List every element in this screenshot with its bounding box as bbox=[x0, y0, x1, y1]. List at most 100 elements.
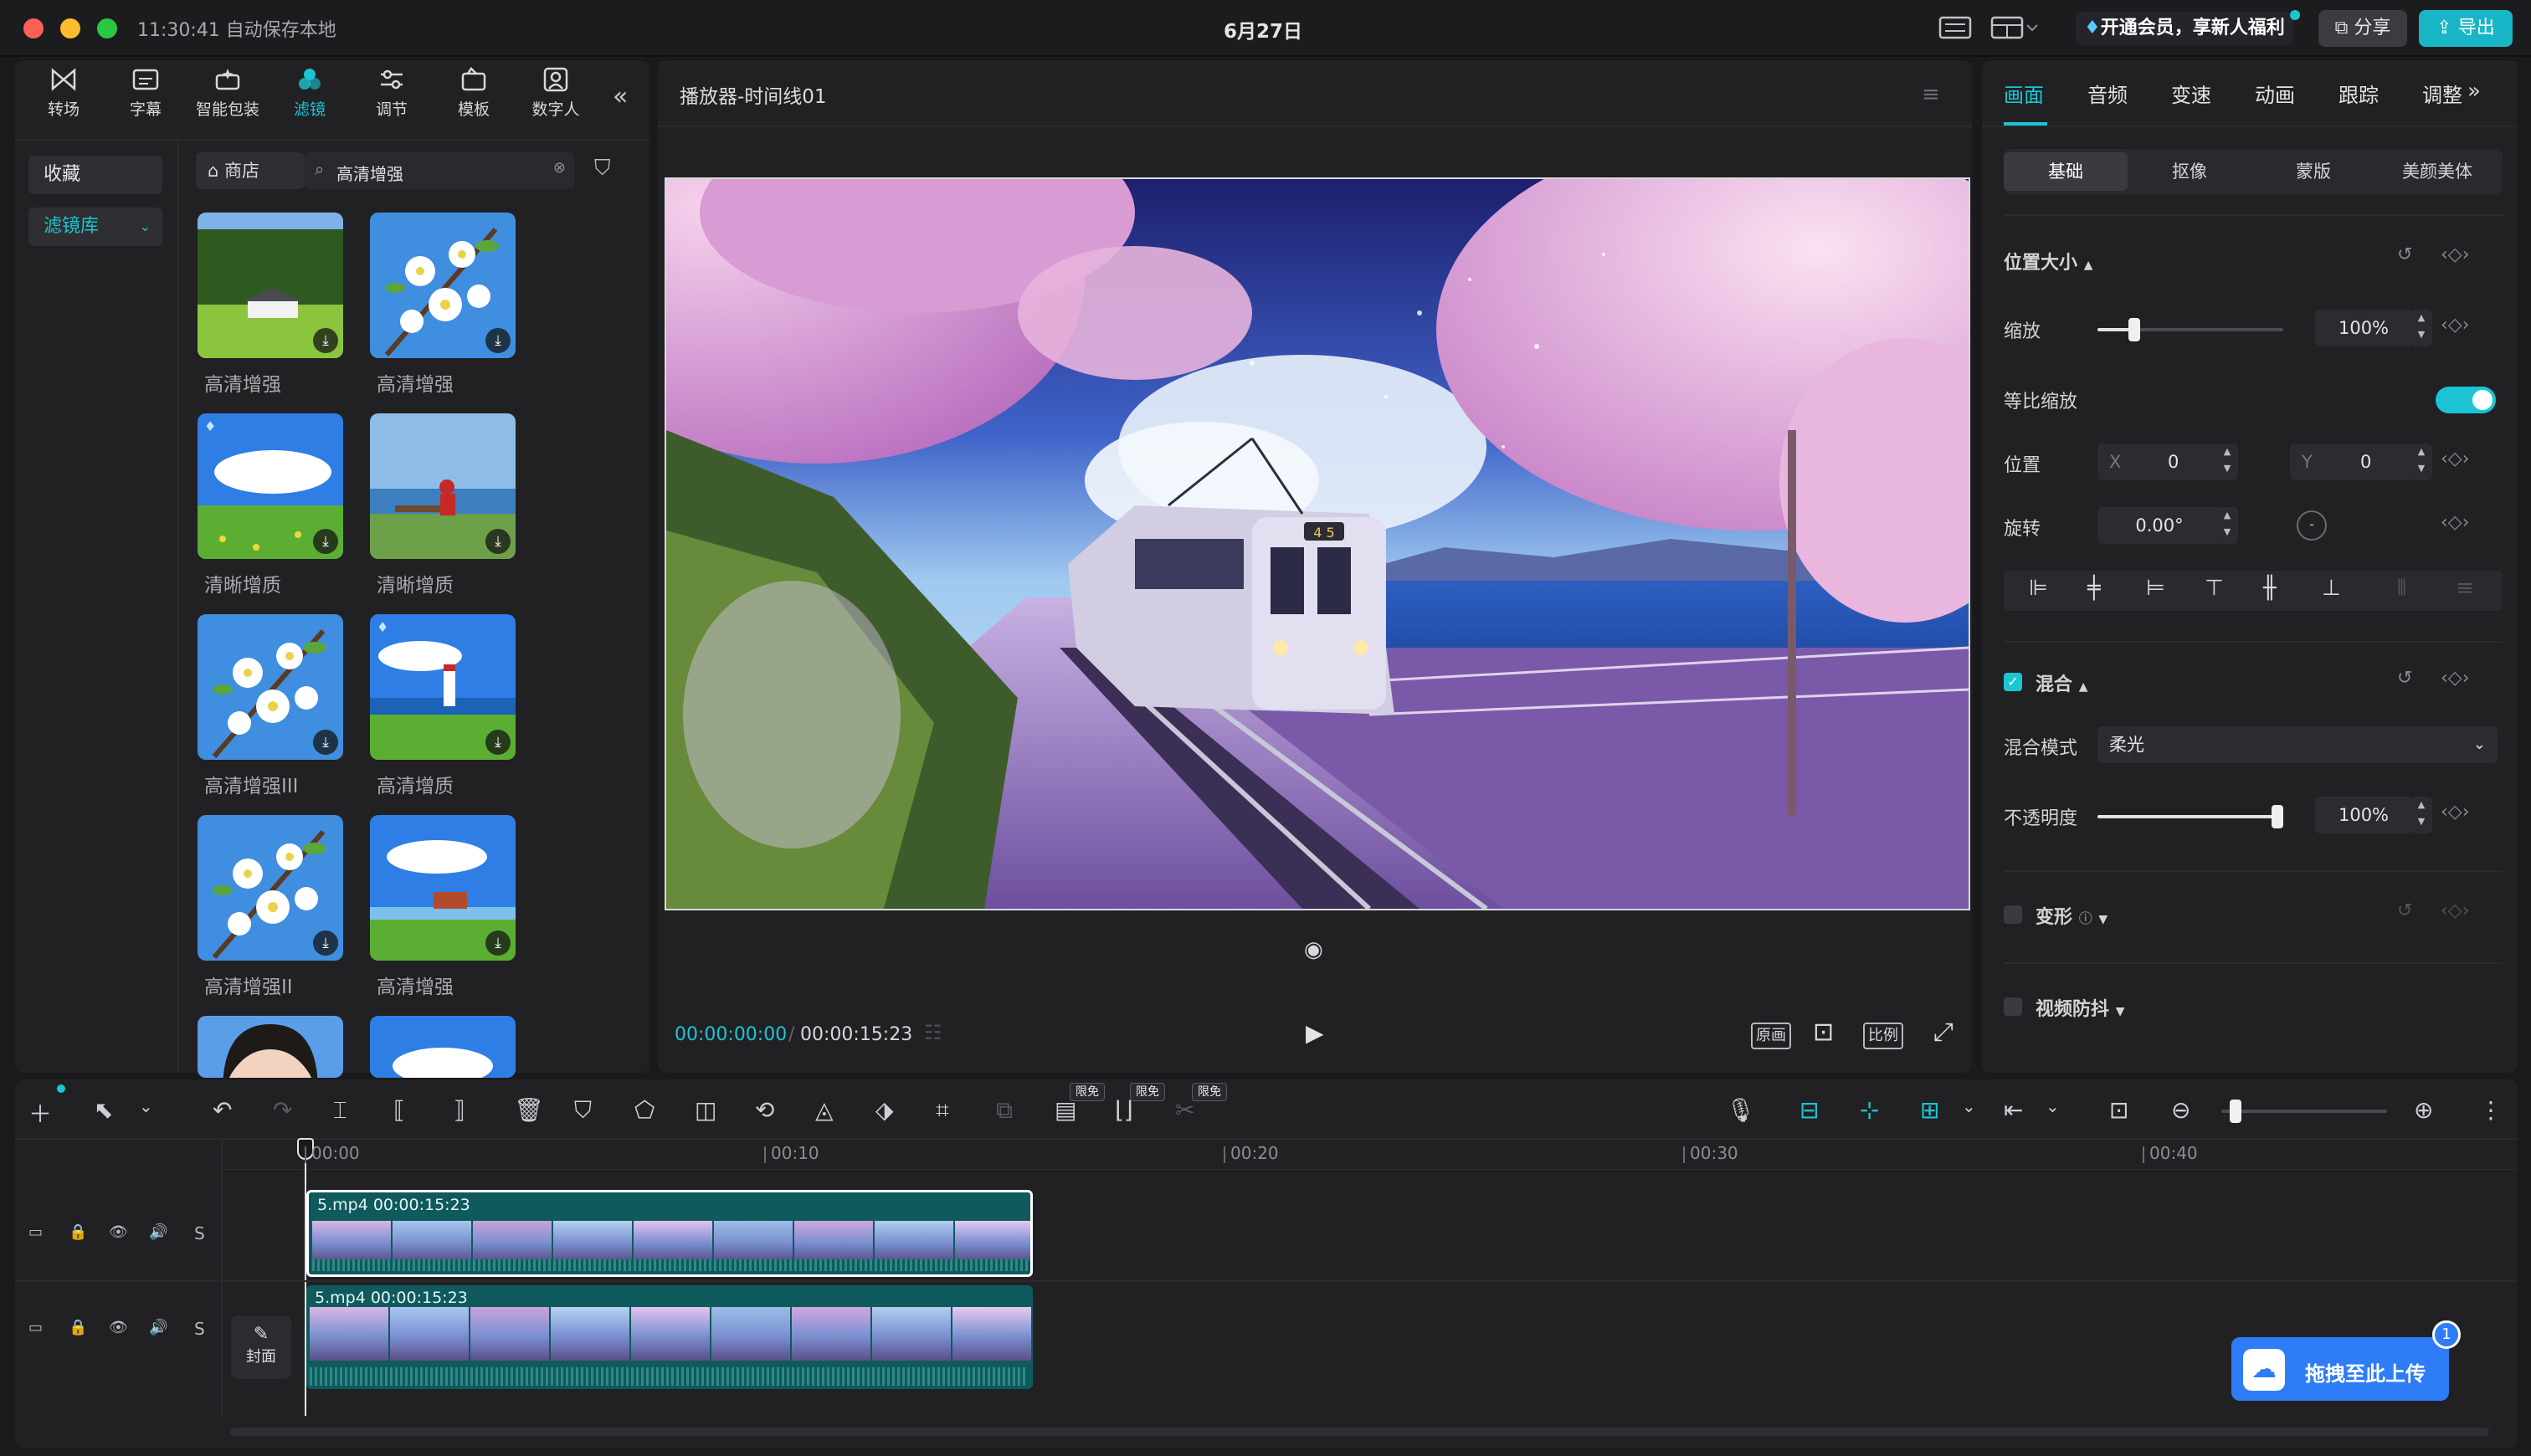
crop-icon[interactable]: ⌗ bbox=[936, 1096, 966, 1126]
blend-keyframe-icon[interactable]: ‹◇› bbox=[2441, 668, 2470, 689]
video-preview[interactable]: 4 5 bbox=[665, 177, 1970, 910]
property-tab-5[interactable]: 调整 bbox=[2422, 79, 2462, 108]
layout-icon[interactable] bbox=[1990, 13, 2038, 42]
snap-icon[interactable]: ⊹ bbox=[1860, 1096, 1890, 1126]
sidebar-item-favorites[interactable]: 收藏 bbox=[28, 156, 162, 194]
collapse-panel-icon[interactable]: « bbox=[613, 82, 628, 111]
section-transform[interactable]: 变形 ⓘ ▼ bbox=[2036, 902, 2107, 929]
section-stabilize[interactable]: 视频防抖 ▼ bbox=[2036, 994, 2124, 1021]
download-icon[interactable]: ⤓ bbox=[313, 931, 338, 956]
link-clip-icon[interactable]: ⊞ bbox=[1920, 1096, 1950, 1126]
position-y-stepper[interactable]: ▲ ▼ bbox=[2410, 443, 2432, 480]
chevron-down-icon[interactable]: ⌄ bbox=[2046, 1096, 2076, 1126]
split-left-icon[interactable]: ⟦ bbox=[393, 1096, 424, 1126]
preview-axis-icon[interactable]: ⇤ bbox=[2004, 1096, 2034, 1126]
filter-thumbnail[interactable]: ⤓ bbox=[370, 413, 516, 559]
blend-reset-icon[interactable]: ↺ bbox=[2397, 668, 2412, 689]
camera-reset-icon[interactable]: ◉ bbox=[1304, 937, 1323, 962]
split-right-icon[interactable]: ⟧ bbox=[454, 1096, 484, 1126]
download-icon[interactable]: ⤓ bbox=[485, 328, 511, 353]
rotation-stepper[interactable]: ▲ ▼ bbox=[2216, 507, 2238, 544]
filter-thumbnail[interactable]: ⤓ bbox=[198, 213, 343, 358]
align-bottom-icon[interactable]: ⊥ bbox=[2322, 576, 2341, 601]
track-visible-icon[interactable]: ▭ bbox=[28, 1319, 43, 1336]
solo-toggle[interactable]: S bbox=[194, 1223, 205, 1243]
clear-search-icon[interactable]: ⊗ bbox=[553, 159, 566, 177]
align-top-icon[interactable]: ⊤ bbox=[2205, 576, 2224, 601]
chevron-down-icon[interactable]: ⌄ bbox=[1962, 1096, 1992, 1126]
filter-search-input[interactable]: ⌕ 高清增强 ⊗ bbox=[305, 152, 574, 189]
scale-slider-handle[interactable] bbox=[2128, 318, 2141, 341]
section-blend[interactable]: 混合 ▲ bbox=[2036, 669, 2087, 696]
filter-thumbnail[interactable] bbox=[370, 1016, 516, 1078]
delete-icon[interactable]: 🗑 bbox=[514, 1096, 544, 1126]
filter-thumbnail[interactable] bbox=[198, 1016, 343, 1078]
maximize-window-button[interactable] bbox=[97, 18, 117, 38]
section-position-size[interactable]: 位置大小 ▲ bbox=[2004, 248, 2092, 274]
rotation-dial[interactable]: - bbox=[2297, 510, 2327, 541]
mirror-icon[interactable]: ◬ bbox=[815, 1096, 845, 1126]
scale-slider[interactable] bbox=[2097, 318, 2283, 341]
property-subtab-2[interactable]: 蒙版 bbox=[2251, 152, 2375, 191]
lock-icon[interactable]: 🔒 bbox=[69, 1319, 87, 1336]
property-tab-4[interactable]: 跟踪 bbox=[2338, 79, 2379, 108]
opacity-input[interactable]: 100% bbox=[2315, 797, 2412, 833]
toolbar-item-4[interactable]: 调节 bbox=[353, 67, 430, 120]
property-subtab-3[interactable]: 美颜美体 bbox=[2375, 152, 2499, 191]
grid-view-icon[interactable]: ☷ bbox=[924, 1021, 942, 1044]
shield-icon[interactable]: ⬠ bbox=[634, 1096, 665, 1126]
align-right-icon[interactable]: ⊨ bbox=[2146, 576, 2165, 601]
zoom-in-icon[interactable]: ⊕ bbox=[2414, 1096, 2444, 1126]
property-tab-0[interactable]: 画面 bbox=[2004, 79, 2044, 108]
upload-drop-button[interactable]: ☁ 拖拽至此上传 1 bbox=[2231, 1320, 2461, 1401]
download-icon[interactable]: ⤓ bbox=[313, 730, 338, 755]
download-icon[interactable]: ⤓ bbox=[313, 328, 338, 353]
fullscreen-icon[interactable]: ⤢ bbox=[1933, 1018, 1953, 1047]
share-button[interactable]: ⧉ 分享 bbox=[2318, 10, 2407, 47]
property-tab-2[interactable]: 变速 bbox=[2171, 79, 2211, 108]
original-quality-button[interactable]: 原画 bbox=[1751, 1023, 1791, 1049]
minimize-window-button[interactable] bbox=[60, 18, 80, 38]
scale-keyframe-icon[interactable]: ‹◇› bbox=[2441, 315, 2470, 336]
sidebar-item-filter-library[interactable]: 滤镜库 ⌄ bbox=[28, 208, 162, 246]
eye-icon[interactable]: 👁 bbox=[109, 1223, 128, 1241]
volume-icon[interactable]: 🔊 bbox=[149, 1319, 167, 1336]
keyframe-icon[interactable]: ‹◇› bbox=[2441, 244, 2470, 265]
align-center-v-icon[interactable]: ╫ bbox=[2263, 576, 2277, 601]
timeline-scrollbar[interactable] bbox=[229, 1428, 2489, 1436]
blend-mode-select[interactable]: 柔光 ⌄ bbox=[2097, 726, 2498, 763]
filter-settings-icon[interactable]: ⛉ bbox=[594, 156, 624, 186]
distribute-v-icon[interactable]: ≡ bbox=[2456, 576, 2474, 601]
filter-thumbnail[interactable]: ⤓ bbox=[198, 614, 343, 760]
property-tab-3[interactable]: 动画 bbox=[2255, 79, 2295, 108]
video-clip[interactable]: 5.mp4 00:00:15:23 bbox=[306, 1285, 1033, 1389]
opacity-stepper[interactable]: ▲ ▼ bbox=[2410, 797, 2432, 833]
property-tab-1[interactable]: 音频 bbox=[2087, 79, 2128, 108]
split-icon[interactable]: ⌶ bbox=[333, 1096, 363, 1126]
blend-checkbox[interactable]: ✓ bbox=[2004, 673, 2022, 691]
distribute-h-icon[interactable]: ⫴ bbox=[2397, 576, 2406, 602]
filter-thumbnail[interactable]: ⤓ bbox=[198, 815, 343, 961]
toolbar-item-3[interactable]: 滤镜 bbox=[271, 67, 348, 120]
toolbar-item-2[interactable]: 智能包装 bbox=[189, 67, 266, 120]
select-tool-icon[interactable]: ⬉ bbox=[94, 1096, 124, 1126]
chevron-down-icon[interactable]: ⌄ bbox=[139, 1096, 169, 1126]
replace-icon[interactable]: ⧉ bbox=[996, 1096, 1026, 1126]
filter-thumbnail[interactable]: ⤓ ♦ bbox=[370, 614, 516, 760]
video-clip[interactable]: 5.mp4 00:00:15:23 bbox=[306, 1190, 1033, 1277]
fit-timeline-icon[interactable]: ⊡ bbox=[2109, 1096, 2139, 1126]
store-button[interactable]: ⌂ 商店 bbox=[196, 152, 305, 189]
export-button[interactable]: ⇪ 导出 bbox=[2419, 10, 2513, 47]
property-subtab-0[interactable]: 基础 bbox=[2004, 152, 2128, 191]
scale-stepper[interactable]: ▲ ▼ bbox=[2410, 310, 2432, 346]
redo-icon[interactable]: ↷ bbox=[273, 1096, 303, 1126]
track-visible-icon[interactable]: ▭ bbox=[28, 1223, 43, 1241]
toolbar-item-0[interactable]: 转场 bbox=[25, 67, 102, 120]
position-y-input[interactable]: Y0 bbox=[2290, 443, 2414, 480]
close-window-button[interactable] bbox=[23, 18, 44, 38]
filter-thumbnail[interactable]: ⤓ ♦ bbox=[198, 413, 343, 559]
download-icon[interactable]: ⤓ bbox=[485, 931, 511, 956]
zoom-out-icon[interactable]: ⊖ bbox=[2171, 1096, 2201, 1126]
reset-icon[interactable]: ↺ bbox=[2397, 244, 2412, 265]
more-tabs-icon[interactable]: » bbox=[2467, 79, 2481, 104]
